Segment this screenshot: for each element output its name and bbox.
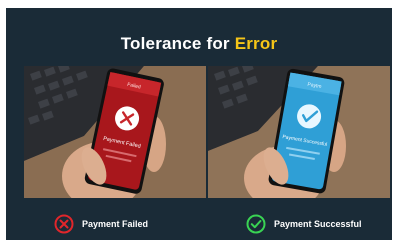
x-circle-icon bbox=[54, 214, 74, 234]
payment-success-photo: Paytm Payment Successful bbox=[208, 66, 390, 198]
headline: Tolerance for Error bbox=[6, 34, 392, 54]
phone-success-illustration: Paytm Payment Successful bbox=[208, 66, 390, 198]
payment-failed-photo: Failed Payment Failed bbox=[24, 66, 206, 198]
payment-success-label: Payment Successful bbox=[274, 219, 362, 229]
headline-accent: Error bbox=[234, 34, 278, 53]
payment-failed-status: Payment Failed bbox=[54, 214, 148, 234]
phone-failed-illustration: Failed Payment Failed bbox=[24, 66, 206, 198]
infographic-card: Tolerance for Error Failed Payment Faile… bbox=[6, 8, 392, 240]
check-circle-icon bbox=[246, 214, 266, 234]
payment-success-status: Payment Successful bbox=[246, 214, 362, 234]
headline-text: Tolerance for bbox=[120, 34, 230, 53]
payment-failed-label: Payment Failed bbox=[82, 219, 149, 229]
